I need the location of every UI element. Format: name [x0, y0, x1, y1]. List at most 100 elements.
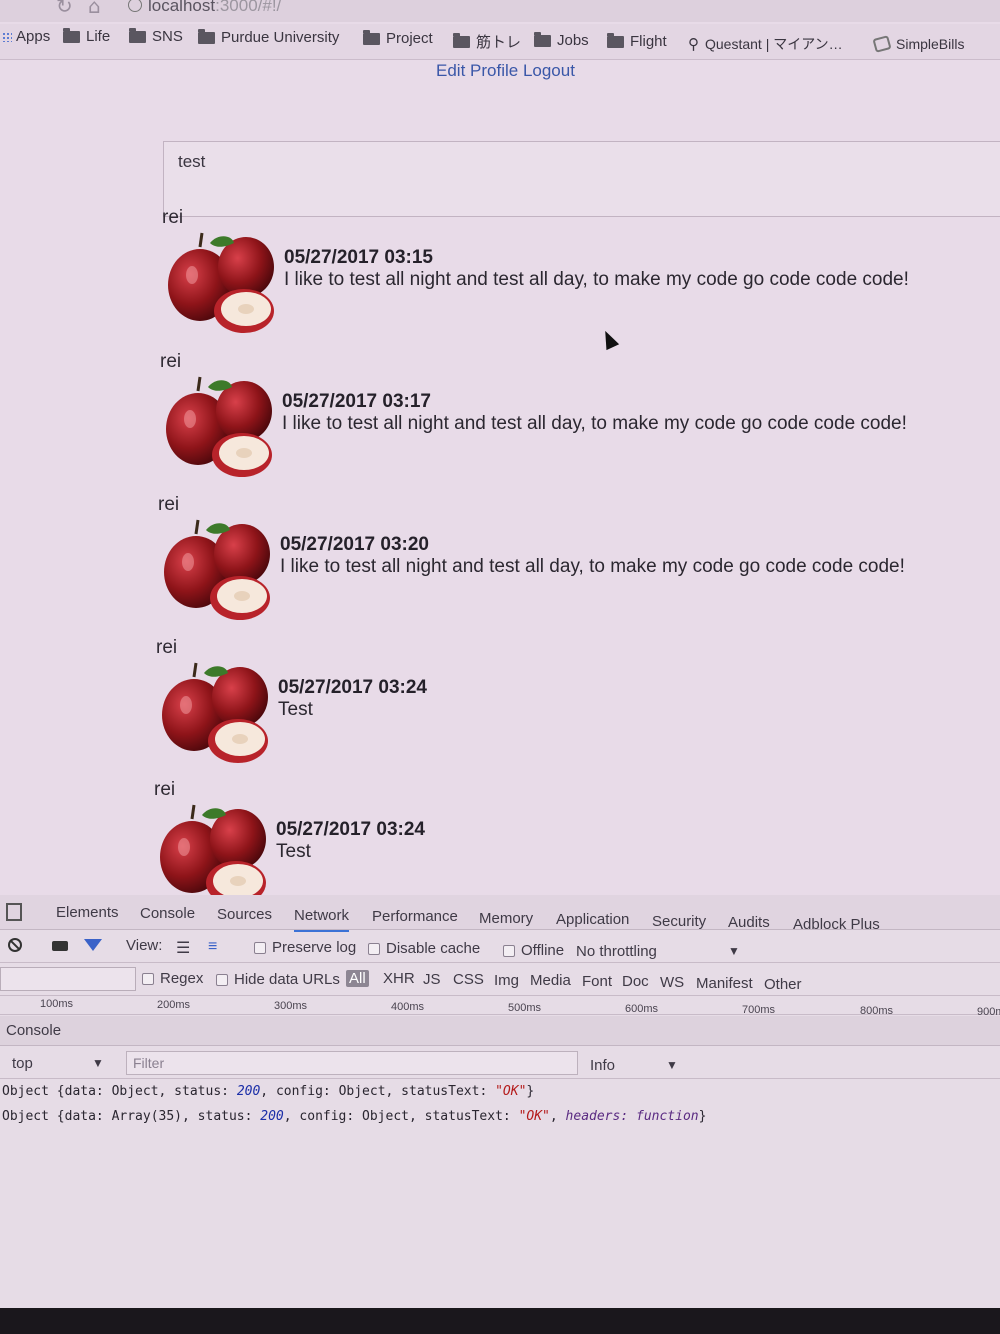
log-level-select[interactable]: Info [590, 1057, 615, 1074]
list-view-icon[interactable]: ☰ [176, 938, 190, 958]
preserve-log-checkbox[interactable]: Preserve log [254, 939, 356, 956]
throttling-select[interactable]: No throttling [576, 943, 657, 960]
network-toolbar: View: ☰ ≡ Preserve log Disable cache Off… [0, 931, 1000, 963]
regex-checkbox[interactable]: Regex [142, 970, 203, 987]
address-bar[interactable]: ↻ ⌂ localhost:3000/#!/ [0, 0, 1000, 22]
tab-sources[interactable]: Sources [217, 906, 272, 923]
post-item: rei 05/27/2017 03:15 I like to test all … [162, 207, 982, 347]
filter-xhr[interactable]: XHR [383, 970, 415, 987]
post-username[interactable]: rei [158, 494, 179, 516]
bookmark-jobs[interactable]: Jobs [534, 31, 589, 49]
console-filter-input[interactable]: Filter [126, 1051, 578, 1075]
folder-icon [363, 29, 380, 45]
tab-console[interactable]: Console [140, 905, 195, 922]
bookmark-sns[interactable]: SNS [129, 27, 183, 45]
network-filter-input[interactable] [0, 967, 136, 991]
timeline-tick: 700ms [742, 1004, 776, 1016]
url-text[interactable]: localhost:3000/#!/ [128, 0, 281, 16]
chevron-down-icon[interactable]: ▼ [92, 1056, 104, 1070]
console-log-line[interactable]: Object {data: Array(35), status: 200, co… [2, 1109, 706, 1124]
filter-ws[interactable]: WS [660, 974, 684, 991]
logout-link[interactable]: Logout [523, 61, 575, 80]
apple-avatar[interactable] [160, 659, 272, 767]
network-filter-row: Regex Hide data URLs All XHR JS CSS Img … [0, 964, 1000, 996]
bookmark-life[interactable]: Life [63, 27, 110, 45]
device-toolbar-icon[interactable] [6, 903, 22, 921]
view-label: View: [126, 937, 163, 954]
tab-application[interactable]: Application [556, 911, 629, 928]
filter-manifest[interactable]: Manifest [696, 975, 753, 992]
tab-memory[interactable]: Memory [479, 910, 533, 927]
bookmark-kintore[interactable]: 筋トレ [453, 31, 521, 52]
post-username[interactable]: rei [156, 637, 177, 659]
filter-doc[interactable]: Doc [622, 973, 649, 990]
info-icon[interactable] [128, 0, 142, 12]
post-text: Test [276, 841, 311, 862]
timeline-tick: 200ms [157, 999, 191, 1011]
hide-data-urls-checkbox[interactable]: Hide data URLs [216, 971, 340, 988]
edit-profile-link[interactable]: Edit Profile [436, 61, 518, 80]
apple-avatar[interactable] [164, 373, 276, 481]
bookmark-project[interactable]: Project [363, 29, 433, 47]
apple-avatar[interactable] [162, 516, 274, 624]
bookmark-questant[interactable]: ⚲ Questant | マイアン… [688, 34, 843, 54]
tab-network[interactable]: Network [294, 907, 350, 932]
apple-avatar[interactable] [158, 801, 270, 909]
post-text: I like to test all night and test all da… [284, 269, 909, 290]
pin-icon: ⚲ [688, 36, 699, 53]
post-text: I like to test all night and test all da… [282, 413, 907, 434]
folder-icon [198, 28, 215, 44]
auth-links: Edit Profile Logout [436, 61, 575, 81]
chevron-down-icon[interactable]: ▼ [666, 1058, 678, 1072]
post-item: rei 05/27/2017 03:24 Test [156, 637, 976, 777]
folder-icon [453, 32, 470, 48]
timeline-tick: 500ms [508, 1002, 542, 1014]
console-drawer-tab[interactable]: Console [0, 1016, 1000, 1046]
post-username[interactable]: rei [160, 351, 181, 373]
post-input[interactable]: test [163, 141, 1000, 217]
filter-js[interactable]: JS [423, 971, 441, 988]
timeline-tick: 300ms [274, 1000, 308, 1012]
post-text: I like to test all night and test all da… [280, 556, 905, 577]
filter-all[interactable]: All [346, 970, 369, 987]
filter-media[interactable]: Media [530, 972, 571, 989]
disable-cache-checkbox[interactable]: Disable cache [368, 940, 480, 957]
post-item: rei 05/27/2017 03:17 I like to test all … [160, 351, 980, 491]
folder-icon [607, 32, 624, 48]
home-icon[interactable]: ⌂ [88, 0, 101, 18]
folder-icon [534, 31, 551, 47]
console-drawer-label: Console [6, 1022, 62, 1039]
filter-font[interactable]: Font [582, 973, 612, 990]
bookmark-apps[interactable]: Apps [2, 28, 50, 45]
folder-icon [129, 27, 146, 43]
post-username[interactable]: rei [162, 207, 183, 229]
chevron-down-icon[interactable]: ▼ [728, 944, 740, 958]
post-item: rei 05/27/2017 03:20 I like to test all … [158, 494, 978, 634]
post-timestamp: 05/27/2017 03:24 [276, 819, 425, 840]
filter-css[interactable]: CSS [453, 971, 484, 988]
bookmark-flight[interactable]: Flight [607, 32, 667, 50]
bookmarks-bar: Apps Life SNS Purdue University Project … [0, 24, 1000, 60]
waterfall-icon[interactable]: ≡ [208, 938, 217, 956]
post-timestamp: 05/27/2017 03:20 [280, 534, 429, 555]
devtools-panel: Elements Console Sources Network Perform… [0, 895, 1000, 1334]
tab-performance[interactable]: Performance [372, 908, 458, 925]
context-select[interactable]: top [12, 1055, 33, 1072]
post-timestamp: 05/27/2017 03:17 [282, 391, 431, 412]
tab-elements[interactable]: Elements [56, 904, 119, 921]
apple-avatar[interactable] [166, 229, 278, 337]
offline-checkbox[interactable]: Offline [503, 942, 564, 959]
network-timeline[interactable]: 100ms 200ms 300ms 400ms 500ms 600ms 700m… [0, 997, 1000, 1018]
filter-other[interactable]: Other [764, 976, 802, 993]
console-log-line[interactable]: Object {data: Object, status: 200, confi… [2, 1084, 534, 1099]
bookmark-simplebills[interactable]: SimpleBills [872, 35, 964, 53]
bookmark-purdue[interactable]: Purdue University [198, 28, 339, 46]
post-timestamp: 05/27/2017 03:24 [278, 677, 427, 698]
reload-icon[interactable]: ↻ [56, 0, 73, 18]
filter-img[interactable]: Img [494, 972, 519, 989]
folder-icon [63, 27, 80, 43]
tab-audits[interactable]: Audits [728, 914, 770, 931]
post-username[interactable]: rei [154, 779, 175, 801]
simplebills-icon [872, 35, 892, 53]
tab-security[interactable]: Security [652, 913, 706, 930]
